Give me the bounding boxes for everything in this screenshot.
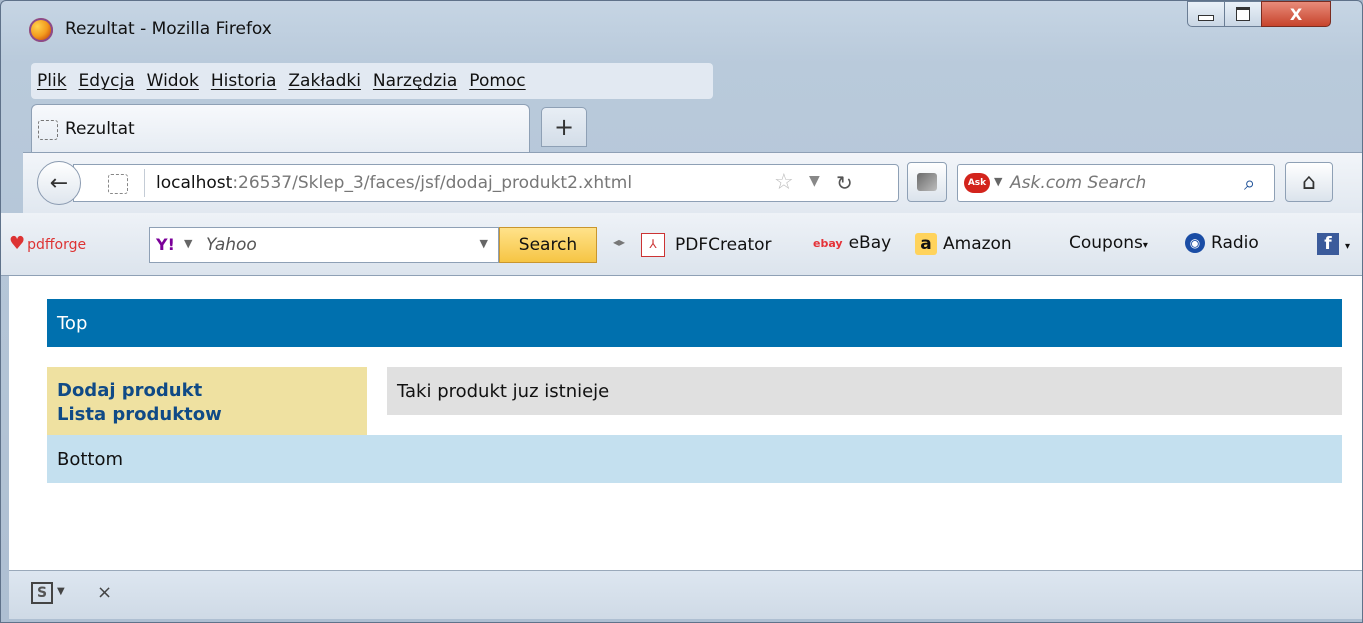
menu-item-historia[interactable]: Historia [211, 71, 277, 91]
pdfforge-label: pdfforge [27, 237, 87, 253]
ask-logo-icon[interactable]: Ask [964, 173, 990, 193]
browser-window: Rezultat - Mozilla Firefox X Plik Edycja… [0, 0, 1363, 623]
menu-item-widok[interactable]: Widok [147, 71, 199, 91]
status-bar: S ▼ × [9, 570, 1362, 619]
extension-icon [917, 173, 937, 191]
url-text[interactable]: localhost:26537/Sklep_3/faces/jsf/dodaj_… [156, 173, 632, 193]
addon-dropdown-icon[interactable]: ▼ [57, 586, 65, 597]
toolbar-separator-icon[interactable]: ◂▸ [613, 235, 625, 249]
message-box: Taki produkt juz istnieje [387, 367, 1342, 415]
coupons-button[interactable]: Coupons▾ [1069, 233, 1148, 253]
url-bar[interactable]: localhost:26537/Sklep_3/faces/jsf/dodaj_… [73, 164, 899, 202]
menu-item-zakladki[interactable]: Zakładki [288, 71, 361, 91]
back-arrow-icon: ← [49, 170, 69, 196]
maximize-icon [1236, 7, 1250, 21]
left-navigation: Dodaj produkt Lista produktow [47, 367, 367, 435]
url-path: :26537/Sklep_3/faces/jsf/dodaj_produkt2.… [232, 173, 633, 193]
ebay-icon: ebay [813, 236, 843, 250]
title-bar: Rezultat - Mozilla Firefox X [1, 1, 1362, 61]
maximize-button[interactable] [1224, 1, 1262, 27]
bookmark-star-icon[interactable]: ☆ [774, 170, 794, 195]
close-addon-bar-icon[interactable]: × [97, 582, 112, 603]
ebay-label: eBay [848, 233, 892, 253]
url-history-dropdown-icon[interactable]: ▼ [809, 173, 820, 189]
yahoo-search-box[interactable]: Y! ▼ Yahoo ▼ [149, 227, 499, 263]
yahoo-engine-dropdown-icon[interactable]: ▼ [184, 237, 192, 250]
minimize-button[interactable] [1187, 1, 1225, 27]
plus-icon: + [553, 113, 575, 141]
menu-bar: Plik Edycja Widok Historia Zakładki Narz… [31, 63, 713, 99]
url-host: localhost [156, 173, 233, 193]
menu-item-plik[interactable]: Plik [37, 71, 67, 91]
ask-search-box[interactable]: Ask ▼ Ask.com Search ⌕ [957, 164, 1275, 202]
home-icon: ⌂ [1302, 169, 1316, 195]
amazon-label: Amazon [943, 234, 1012, 254]
page-bottom-bar: Bottom [47, 435, 1342, 483]
product-list-link[interactable]: Lista produktow [57, 403, 367, 427]
bookmarks-toolbar: ♥ pdfforge Y! ▼ Yahoo ▼ Search ◂▸ ⅄ PDFCre… [1, 213, 1362, 276]
minimize-icon [1198, 15, 1214, 21]
extension-button[interactable] [907, 162, 947, 202]
pdfforge-logo[interactable]: ♥ pdfforge [9, 233, 86, 254]
coupons-dropdown-icon: ▾ [1142, 240, 1148, 251]
amazon-button[interactable]: a Amazon [915, 233, 1012, 255]
home-button[interactable]: ⌂ [1285, 162, 1333, 202]
menu-item-pomoc[interactable]: Pomoc [469, 71, 525, 91]
facebook-icon: f [1317, 233, 1339, 255]
page-favicon-icon [38, 120, 58, 140]
page-top-bar: Top [47, 299, 1342, 347]
navigation-bar: localhost:26537/Sklep_3/faces/jsf/dodaj_… [23, 152, 1362, 213]
menu-item-narzedzia[interactable]: Narzędzia [373, 71, 457, 91]
close-icon: X [1289, 4, 1303, 24]
more-tools-dropdown-icon[interactable]: ▾ [1345, 241, 1350, 252]
firefox-logo-icon [29, 18, 53, 42]
pdfcreator-button[interactable]: ⅄ PDFCreator [641, 233, 772, 257]
yahoo-logo-icon[interactable]: Y! [156, 235, 175, 254]
addon-icon[interactable]: S [31, 582, 53, 604]
tab-label: Rezultat [65, 119, 135, 139]
facebook-button[interactable]: f ▾ [1317, 233, 1350, 255]
search-engine-dropdown-icon[interactable]: ▼ [994, 175, 1002, 188]
new-tab-button[interactable]: + [541, 107, 587, 147]
ebay-button[interactable]: ebay eBay [813, 233, 891, 253]
radio-icon: ◉ [1185, 233, 1205, 253]
site-identity-icon[interactable] [108, 174, 128, 194]
coupons-label: Coupons [1069, 233, 1143, 253]
search-placeholder: Ask.com Search [1010, 173, 1147, 193]
amazon-icon: a [915, 233, 937, 255]
close-button[interactable]: X [1261, 1, 1331, 27]
reload-icon[interactable]: ↻ [836, 171, 853, 195]
pdfforge-icon: ♥ [9, 233, 26, 254]
menu-item-edycja[interactable]: Edycja [79, 71, 135, 91]
radio-button[interactable]: ◉ Radio [1185, 233, 1259, 253]
yahoo-search-button[interactable]: Search [499, 227, 597, 263]
yahoo-history-dropdown-icon[interactable]: ▼ [480, 237, 488, 250]
tab-rezultat[interactable]: Rezultat [31, 104, 530, 152]
url-divider [144, 169, 145, 197]
pdf-icon: ⅄ [641, 233, 665, 257]
yahoo-placeholder: Yahoo [206, 235, 257, 255]
page-content: Top Dodaj produkt Lista produktow Taki p… [9, 276, 1362, 570]
radio-label: Radio [1211, 233, 1259, 253]
back-button[interactable]: ← [37, 161, 81, 205]
search-icon[interactable]: ⌕ [1244, 171, 1255, 195]
pdfcreator-label: PDFCreator [675, 235, 772, 255]
add-product-link[interactable]: Dodaj produkt [57, 379, 367, 403]
window-title: Rezultat - Mozilla Firefox [65, 19, 272, 39]
